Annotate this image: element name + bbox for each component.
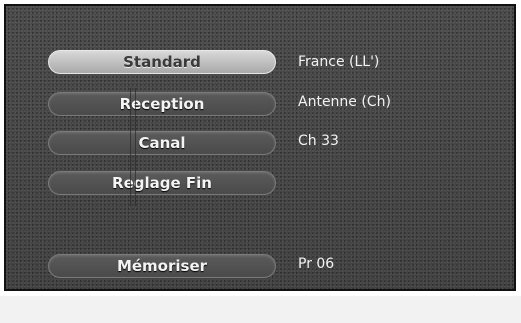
menu-value-memoriser: Pr 06 — [298, 256, 335, 272]
menu-item-canal[interactable]: Canal — [48, 131, 276, 155]
menu-value-standard: France (LL') — [298, 54, 380, 70]
menu-item-label: Mémoriser — [116, 257, 208, 275]
menu-item-label: Reglage Fin — [112, 174, 212, 192]
menu-item-reglage-fin[interactable]: Reglage Fin — [48, 171, 276, 195]
focus-indicator — [130, 88, 136, 206]
menu-item-label: Standard — [123, 53, 201, 71]
menu-item-reception[interactable]: Reception — [48, 92, 276, 116]
menu-item-standard[interactable]: Standard — [48, 50, 276, 74]
menu-value-reception: Antenne (Ch) — [298, 94, 391, 110]
tv-osd-panel: Standard France (LL') Reception Antenne … — [4, 4, 516, 291]
menu-value-canal: Ch 33 — [298, 133, 339, 149]
menu-item-memoriser[interactable]: Mémoriser — [48, 254, 276, 278]
menu-item-label: Canal — [138, 134, 186, 152]
bottom-margin — [0, 296, 521, 323]
